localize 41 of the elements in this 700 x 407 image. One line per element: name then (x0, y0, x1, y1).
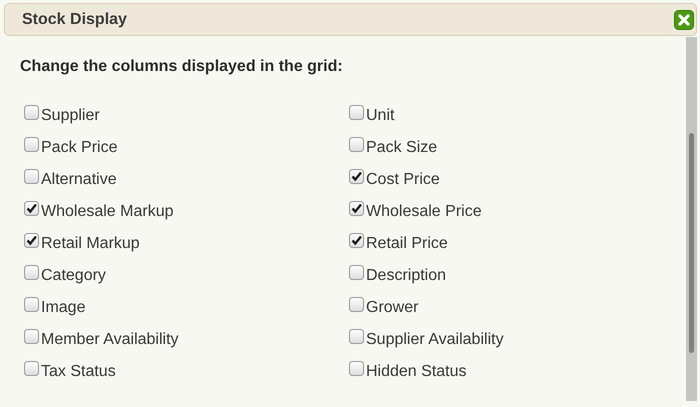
option-label[interactable]: Retail Markup (41, 235, 140, 253)
instruction-heading: Change the columns displayed in the grid: (20, 58, 344, 76)
checkbox[interactable] (349, 201, 364, 216)
checkbox[interactable] (24, 169, 39, 184)
checkbox[interactable] (24, 233, 39, 248)
checkbox[interactable] (349, 361, 364, 376)
option-label[interactable]: Category (41, 267, 106, 285)
checkbox[interactable] (349, 329, 364, 344)
option-label[interactable]: Supplier (41, 107, 100, 125)
option-label[interactable]: Member Availability (41, 331, 179, 349)
scrollbar[interactable] (686, 37, 697, 401)
checkbox[interactable] (349, 169, 364, 184)
close-icon[interactable] (674, 10, 694, 30)
checkbox[interactable] (24, 297, 39, 312)
option-label[interactable]: Wholesale Markup (41, 203, 174, 221)
option-label[interactable]: Wholesale Price (366, 203, 482, 221)
checkbox[interactable] (24, 361, 39, 376)
option-label[interactable]: Hidden Status (366, 363, 467, 381)
checkbox[interactable] (349, 297, 364, 312)
option-label[interactable]: Retail Price (366, 235, 448, 253)
checkbox[interactable] (349, 105, 364, 120)
option-label[interactable]: Description (366, 267, 446, 285)
checkbox[interactable] (24, 329, 39, 344)
checkbox[interactable] (24, 201, 39, 216)
checkbox[interactable] (349, 233, 364, 248)
checkbox[interactable] (349, 137, 364, 152)
checkbox[interactable] (24, 137, 39, 152)
option-label[interactable]: Cost Price (366, 171, 440, 189)
dialog-title: Stock Display (22, 10, 127, 28)
option-label[interactable]: Unit (366, 107, 394, 125)
option-label[interactable]: Tax Status (41, 363, 116, 381)
checkbox[interactable] (24, 265, 39, 280)
scrollbar-thumb[interactable] (689, 133, 694, 353)
option-label[interactable]: Image (41, 299, 86, 317)
option-label[interactable]: Pack Price (41, 139, 118, 157)
option-label[interactable]: Grower (366, 299, 418, 317)
option-label[interactable]: Supplier Availability (366, 331, 504, 349)
checkbox[interactable] (349, 265, 364, 280)
checkbox[interactable] (24, 105, 39, 120)
option-label[interactable]: Pack Size (366, 139, 438, 157)
option-label[interactable]: Alternative (41, 171, 117, 189)
